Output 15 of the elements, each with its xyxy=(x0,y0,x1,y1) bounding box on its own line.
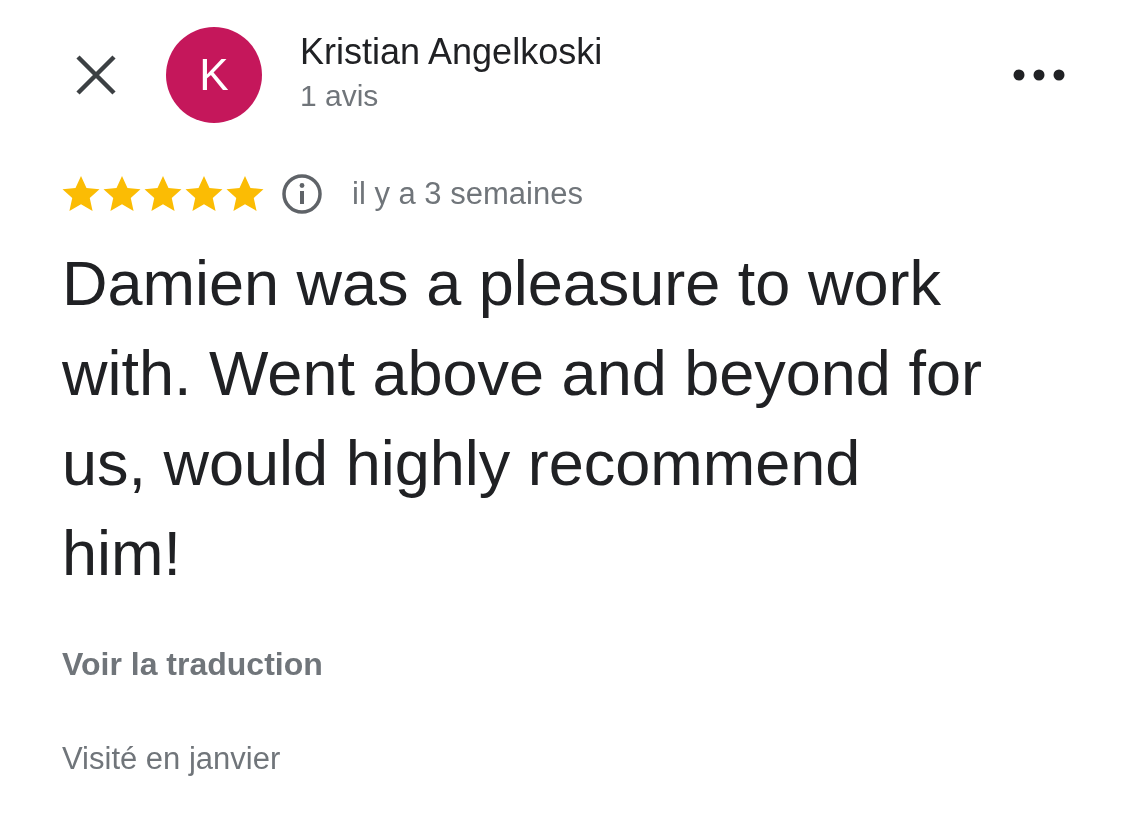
star-icon xyxy=(226,176,264,212)
close-icon xyxy=(74,53,118,97)
translation-link[interactable]: Voir la traduction xyxy=(62,646,323,683)
star-icon xyxy=(62,176,100,212)
star-icon xyxy=(144,176,182,212)
star-icon xyxy=(103,176,141,212)
reviewer-name: Kristian Angelkoski xyxy=(300,31,604,73)
more-icon xyxy=(1013,69,1065,81)
info-icon[interactable] xyxy=(280,172,324,216)
review-count: 1 avis xyxy=(300,79,380,113)
review-text: Damien was a pleasure to work with. Went above and beyond for us, would highly recommend him! xyxy=(62,247,983,590)
visit-date: Visité en janvier xyxy=(62,741,282,777)
star-icon xyxy=(185,176,223,212)
review-time: il y a 3 semaines xyxy=(352,176,583,212)
avatar: K xyxy=(166,27,262,123)
